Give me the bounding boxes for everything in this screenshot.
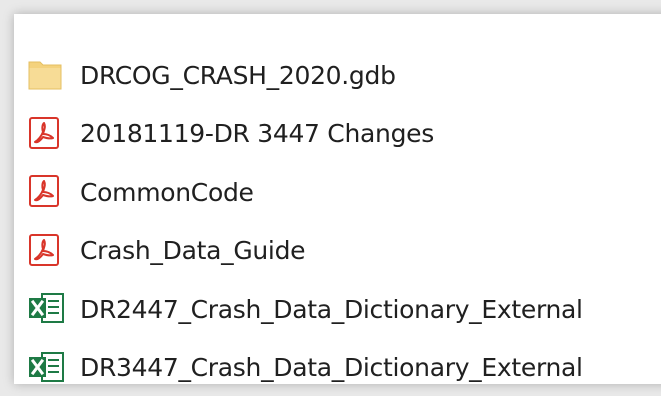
file-item-dr2447-crash-data-dictionary-external[interactable]: DR2447_Crash_Data_Dictionary_External xyxy=(28,279,661,338)
pdf-icon xyxy=(28,171,70,211)
file-name: Crash_Data_Guide xyxy=(80,238,305,263)
excel-icon xyxy=(28,347,70,387)
file-explorer-window: DRCOG_CRASH_2020.gdb 20181119-DR 3447 Ch… xyxy=(0,0,661,384)
pdf-icon xyxy=(28,113,70,153)
file-list-panel: DRCOG_CRASH_2020.gdb 20181119-DR 3447 Ch… xyxy=(14,14,661,384)
file-name: DR2447_Crash_Data_Dictionary_External xyxy=(80,297,583,322)
file-item-20181119-dr-3447-changes[interactable]: 20181119-DR 3447 Changes xyxy=(28,104,661,163)
file-name: DR3447_Crash_Data_Dictionary_External xyxy=(80,355,583,380)
file-name: CommonCode xyxy=(80,180,254,205)
file-item-commoncode[interactable]: CommonCode xyxy=(28,162,661,221)
pdf-icon xyxy=(28,230,70,270)
excel-icon xyxy=(28,288,70,328)
file-name: 20181119-DR 3447 Changes xyxy=(80,121,434,146)
file-item-drcog-crash-2020-gdb[interactable]: DRCOG_CRASH_2020.gdb xyxy=(28,45,661,104)
file-item-crash-data-guide[interactable]: Crash_Data_Guide xyxy=(28,221,661,280)
file-name: DRCOG_CRASH_2020.gdb xyxy=(80,63,396,88)
file-item-dr3447-crash-data-dictionary-external[interactable]: DR3447_Crash_Data_Dictionary_External xyxy=(28,338,661,396)
file-list: DRCOG_CRASH_2020.gdb 20181119-DR 3447 Ch… xyxy=(28,45,661,396)
folder-icon xyxy=(28,54,70,94)
